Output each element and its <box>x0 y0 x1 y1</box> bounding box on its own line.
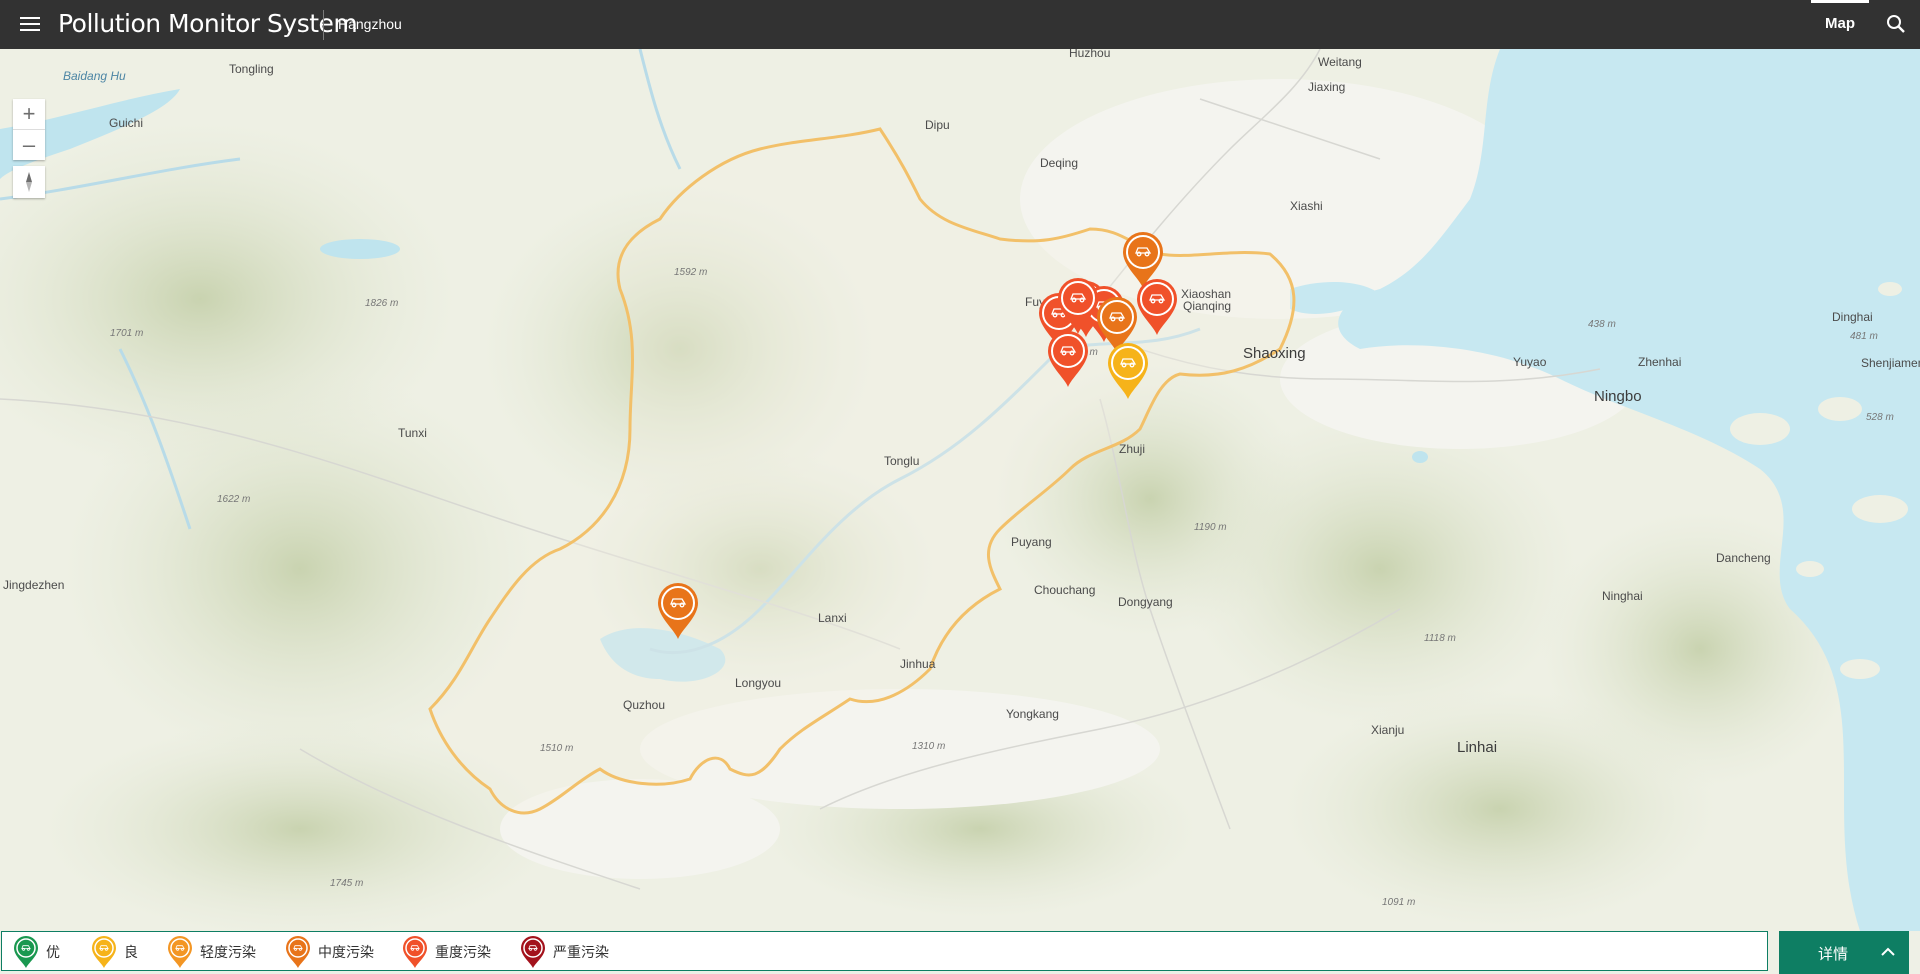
legend-label: 严重污染 <box>553 945 609 961</box>
place-label: Qianqing <box>1183 299 1232 313</box>
place-label: Zhuji <box>1119 442 1146 456</box>
place-label: Dinghai <box>1832 310 1873 324</box>
legend-label: 重度污染 <box>435 945 491 961</box>
legend-pin-icon <box>403 936 427 968</box>
map-pin-icon <box>1108 343 1148 399</box>
legend-item: 优 <box>12 936 60 968</box>
search-icon[interactable] <box>1885 13 1907 35</box>
elevation-label: 1118 m <box>1424 633 1456 644</box>
active-tab-indicator <box>1811 0 1869 3</box>
legend-item: 严重污染 <box>519 936 609 968</box>
pollution-marker[interactable] <box>1104 339 1152 401</box>
legend-pin-icon <box>92 936 116 968</box>
legend-pin-icon <box>521 936 545 968</box>
elevation-label: 1510 m <box>540 743 574 754</box>
place-label: Guichi <box>109 116 144 130</box>
legend-pin-icon <box>168 936 192 968</box>
legend-pin-icon <box>14 936 38 968</box>
legend-item: 重度污染 <box>401 936 491 968</box>
elevation-label: 1745 m <box>330 878 364 889</box>
place-label: Xianju <box>1371 723 1405 737</box>
basemap <box>0 49 1920 931</box>
place-label: Tongling <box>229 62 274 76</box>
zoom-control: + – <box>13 99 45 160</box>
place-label: Linhai <box>1457 739 1498 756</box>
place-label: Ninghai <box>1602 589 1643 603</box>
elevation-label: 481 m <box>1850 331 1878 342</box>
place-label: Ningbo <box>1594 388 1642 405</box>
elevation-label: 438 m <box>1588 319 1616 330</box>
elevation-label: 1701 m <box>110 328 144 339</box>
legend-item: 轻度污染 <box>166 936 256 968</box>
elevation-label: 528 m <box>1866 412 1894 423</box>
legend-item: 中度污染 <box>284 936 374 968</box>
tab-map-label: Map <box>1825 15 1855 32</box>
place-label: Chouchang <box>1034 583 1096 597</box>
pollution-marker[interactable] <box>654 579 702 641</box>
city-name: Hangzhou <box>338 16 402 32</box>
place-label: Deqing <box>1040 156 1079 170</box>
place-label: Baidang Hu <box>63 69 126 83</box>
place-label: Xiashi <box>1290 199 1323 213</box>
elevation-label: 1190 m <box>1194 522 1227 533</box>
place-label: Tonglu <box>884 454 920 468</box>
details-button[interactable]: 详情 <box>1779 931 1909 974</box>
pollution-marker[interactable] <box>1133 275 1181 337</box>
title-divider <box>323 10 324 40</box>
place-label: Zhenhai <box>1638 355 1682 369</box>
menu-icon[interactable] <box>18 14 42 34</box>
zoom-in-button[interactable]: + <box>13 99 45 129</box>
place-label: Weitang <box>1318 55 1362 69</box>
map-pin-icon <box>658 583 698 639</box>
place-label: Shenjiamen <box>1861 356 1920 370</box>
legend-label: 中度污染 <box>318 945 374 961</box>
app-header: Pollution Monitor System Hangzhou Map <box>0 0 1920 49</box>
place-label: Huzhou <box>1069 49 1111 60</box>
map-view[interactable]: Huzhou Weitang Jiaxing Tongling Baidang … <box>0 49 1920 931</box>
elevation-label: 1310 m <box>912 741 946 752</box>
legend-label: 轻度污染 <box>200 945 256 961</box>
elevation-label: 1091 m <box>1382 897 1416 908</box>
place-label: Yuyao <box>1513 355 1547 369</box>
place-label: Longyou <box>735 676 782 690</box>
place-label: Quzhou <box>623 698 666 712</box>
elevation-label: 1592 m <box>674 267 708 278</box>
legend-bar: 优 良 轻度污染 中度污染 重度污染 严重污染 <box>1 931 1768 971</box>
tab-map[interactable]: Map <box>1811 0 1869 49</box>
compass-icon <box>26 172 32 192</box>
place-label: Dipu <box>925 118 950 132</box>
place-label: Jingdezhen <box>3 578 65 592</box>
place-label: Puyang <box>1011 535 1052 549</box>
place-label: Jinhua <box>900 657 936 671</box>
pollution-marker[interactable] <box>1044 327 1092 389</box>
place-label: Dongyang <box>1118 595 1173 609</box>
legend-pin-icon <box>286 936 310 968</box>
legend-label: 优 <box>46 945 60 961</box>
map-pin-icon <box>1137 279 1177 335</box>
place-label: Shaoxing <box>1243 345 1306 362</box>
legend-item: 良 <box>90 936 138 968</box>
map-pin-icon <box>1048 331 1088 387</box>
compass-button[interactable] <box>13 166 45 198</box>
legend-label: 良 <box>124 945 138 961</box>
app-title: Pollution Monitor System <box>58 9 358 38</box>
place-label: Jiaxing <box>1308 80 1346 94</box>
place-label: Tunxi <box>398 426 427 440</box>
place-label: Lanxi <box>818 611 847 625</box>
zoom-out-button[interactable]: – <box>13 129 45 160</box>
place-label: Yongkang <box>1006 707 1059 721</box>
elevation-label: 1622 m <box>217 494 251 505</box>
details-label: 详情 <box>1817 945 1848 963</box>
elevation-label: 1826 m <box>365 298 399 309</box>
place-label: Dancheng <box>1716 551 1771 565</box>
chevron-up-icon <box>1881 947 1895 956</box>
